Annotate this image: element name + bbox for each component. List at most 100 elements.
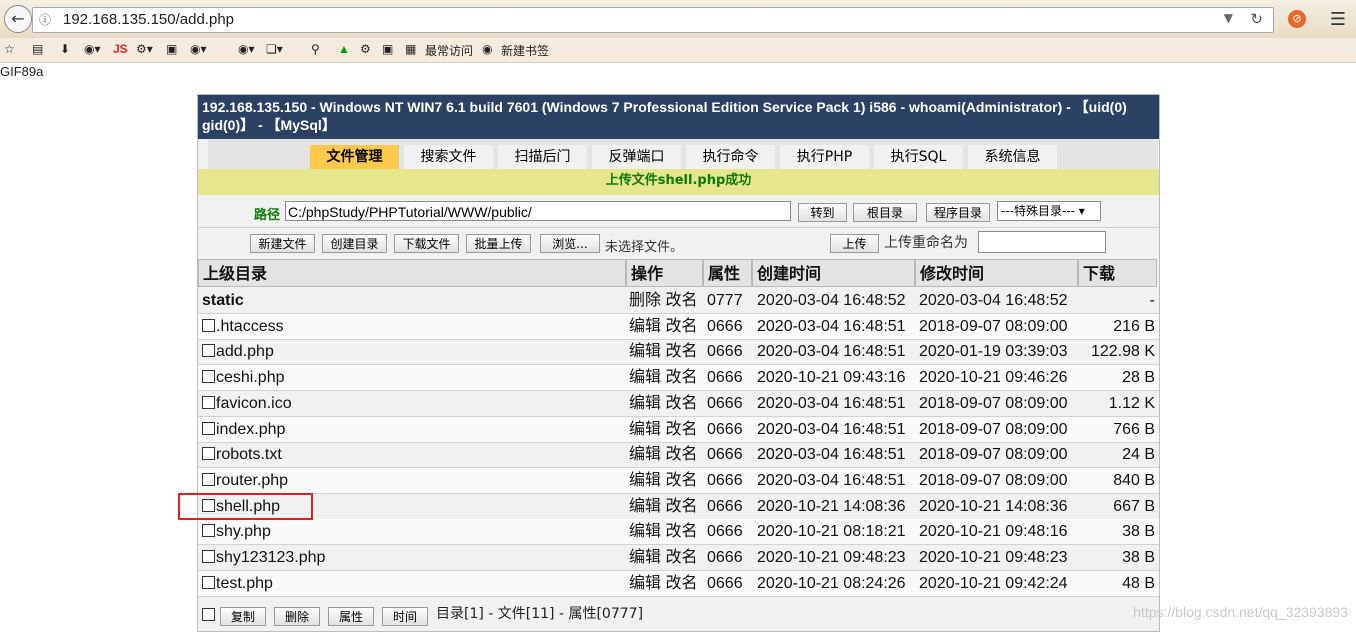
operation-links[interactable]: 编辑 改名 (629, 417, 697, 442)
copy-button[interactable]: 复制 (220, 607, 266, 626)
operation-links[interactable]: 编辑 改名 (629, 391, 697, 416)
delete-button[interactable]: 删除 (274, 607, 320, 626)
row-checkbox[interactable] (202, 344, 215, 358)
tools-icon[interactable]: ◉▾ (238, 42, 255, 56)
operation-links[interactable]: 编辑 改名 (629, 468, 697, 493)
create-dir-button[interactable]: 创建目录 (322, 234, 387, 253)
select-all-checkbox[interactable] (202, 608, 215, 621)
rename-input[interactable] (978, 231, 1106, 253)
attribute-value[interactable]: 0666 (707, 417, 743, 442)
bookmark-new[interactable]: 新建书签 (501, 42, 549, 59)
goto-button[interactable]: 转到 (798, 203, 847, 222)
attribute-value[interactable]: 0666 (707, 339, 743, 364)
attribute-value[interactable]: 0666 (707, 391, 743, 416)
browse-button[interactable]: 浏览... (540, 234, 600, 253)
tab-search-file[interactable]: 搜索文件 (404, 145, 493, 169)
gear-icon[interactable]: ⚙ (360, 42, 371, 56)
js-toggle[interactable]: JS (113, 42, 128, 56)
row-checkbox[interactable] (202, 575, 215, 589)
operation-links[interactable]: 编辑 改名 (629, 365, 697, 390)
operation-links[interactable]: 编辑 改名 (629, 339, 697, 364)
row-checkbox[interactable] (202, 550, 215, 563)
attribute-value[interactable]: 0666 (707, 494, 743, 519)
file-name[interactable]: .htaccess (202, 314, 284, 339)
operation-links[interactable]: 编辑 改名 (629, 545, 697, 570)
upload-button[interactable]: 上传 (830, 234, 879, 253)
file-name[interactable]: ceshi.php (202, 365, 285, 390)
menu-icon[interactable]: ☰ (1330, 9, 1346, 30)
image-icon[interactable]: ▣ (166, 42, 177, 56)
bookmark-frequent[interactable]: 最常访问 (425, 42, 473, 59)
tab-exec-php[interactable]: 执行PHP (780, 145, 869, 169)
library-icon[interactable]: ▤ (32, 42, 43, 56)
time-button[interactable]: 时间 (382, 607, 428, 626)
row-checkbox[interactable] (202, 395, 215, 409)
attribute-value[interactable]: 0666 (707, 314, 743, 339)
path-input[interactable]: C:/phpStudy/PHPTutorial/WWW/public/ (285, 201, 791, 221)
tab-file-manager[interactable]: 文件管理 (310, 145, 399, 169)
row-checkbox[interactable] (202, 472, 215, 486)
star-icon[interactable]: ☆ (4, 42, 15, 56)
attribute-value[interactable]: 0666 (707, 442, 743, 467)
tab-exec-sql[interactable]: 执行SQL (874, 145, 963, 169)
create-time: 2020-10-21 14:08:36 (757, 497, 906, 515)
row-checkbox[interactable] (202, 318, 215, 332)
tab-exec-command[interactable]: 执行命令 (686, 145, 775, 169)
attribute-button[interactable]: 属性 (328, 607, 374, 626)
file-name[interactable]: add.php (202, 339, 274, 364)
create-time: 2020-03-04 16:48:51 (757, 394, 906, 412)
row-checkbox[interactable] (202, 421, 215, 435)
special-dir-select[interactable]: ---特殊目录--- ▾ (997, 201, 1101, 221)
batch-upload-button[interactable]: 批量上传 (466, 234, 531, 253)
file-size: 38 B (1122, 549, 1155, 566)
operation-links[interactable]: 删除 改名 (629, 288, 697, 313)
tab-scan-backdoor[interactable]: 扫描后门 (498, 145, 587, 169)
attribute-value[interactable]: 0666 (707, 545, 743, 570)
row-checkbox[interactable] (202, 524, 215, 538)
ip-icon[interactable]: ▣ (382, 42, 393, 56)
operation-links[interactable]: 编辑 改名 (629, 519, 697, 544)
extension-icon[interactable]: ⚙▾ (136, 42, 153, 56)
palette-icon[interactable]: ◉▾ (190, 42, 207, 56)
address-bar[interactable]: ⓘ 192.168.135.150/add.php ▼ ↻ (32, 7, 1274, 33)
attribute-value[interactable]: 0666 (707, 365, 743, 390)
file-name[interactable]: index.php (202, 417, 285, 442)
root-dir-button[interactable]: 根目录 (853, 203, 917, 222)
create-time: 2020-10-21 09:43:16 (757, 369, 906, 387)
operation-links[interactable]: 编辑 改名 (629, 442, 697, 467)
operation-links[interactable]: 编辑 改名 (629, 314, 697, 339)
file-name[interactable]: router.php (202, 468, 288, 493)
reload-icon[interactable]: ↻ (1250, 10, 1263, 28)
search-icon[interactable]: ⚲ (311, 42, 320, 56)
file-name[interactable]: shy123123.php (202, 545, 325, 570)
attribute-value[interactable]: 0666 (707, 468, 743, 493)
attribute-value[interactable]: 0666 (707, 571, 743, 596)
file-name[interactable]: robots.txt (202, 442, 282, 467)
file-name[interactable]: favicon.ico (202, 391, 292, 416)
tab-system-info[interactable]: 系统信息 (968, 145, 1057, 169)
download-icon[interactable]: ⬇ (60, 42, 70, 56)
copy-icon[interactable]: ❏▾ (266, 42, 283, 56)
shield-icon[interactable]: ▲ (338, 42, 350, 56)
new-file-button[interactable]: 新建文件 (250, 234, 315, 253)
dir-link[interactable]: static (202, 288, 244, 313)
attribute-value[interactable]: 0666 (707, 519, 743, 544)
site-info-icon[interactable]: ⓘ (39, 11, 51, 28)
row-checkbox[interactable] (202, 370, 215, 384)
download-file-button[interactable]: 下载文件 (394, 234, 459, 253)
attribute-value[interactable]: 0777 (707, 288, 743, 313)
program-dir-button[interactable]: 程序目录 (926, 203, 990, 222)
col-header-parent-dir[interactable]: 上级目录 (198, 259, 626, 287)
row-checkbox[interactable] (202, 447, 215, 461)
modify-time: 2018-09-07 08:09:00 (919, 317, 1068, 335)
tab-reverse-port[interactable]: 反弹端口 (592, 145, 681, 169)
page-actions-icon[interactable]: ▼ (1224, 11, 1233, 25)
create-time: 2020-03-04 16:48:51 (757, 446, 906, 464)
back-button[interactable]: ← (4, 5, 32, 33)
blocked-content-icon[interactable]: ⊘ (1288, 10, 1306, 28)
addon-icon[interactable]: ◉▾ (84, 42, 101, 56)
operation-links[interactable]: 编辑 改名 (629, 494, 697, 519)
file-name[interactable]: test.php (202, 571, 273, 596)
operation-links[interactable]: 编辑 改名 (629, 571, 697, 596)
file-name[interactable]: shy.php (202, 519, 271, 544)
